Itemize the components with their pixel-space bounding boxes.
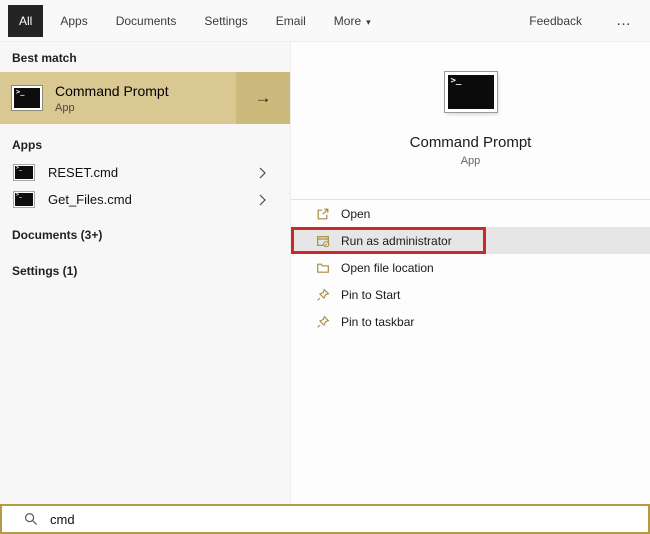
documents-section-header[interactable]: Documents (3+) <box>0 219 290 249</box>
search-icon <box>24 512 38 526</box>
tab-email[interactable]: Email <box>265 5 317 37</box>
more-options-icon[interactable]: … <box>612 12 636 29</box>
preview-title: Command Prompt <box>409 134 532 151</box>
best-match-header: Best match <box>12 51 77 65</box>
best-match-result[interactable]: Command Prompt App → <box>0 72 290 124</box>
tab-more-label: More <box>333 13 362 28</box>
feedback-link[interactable]: Feedback <box>529 14 582 28</box>
chevron-down-icon: ▾ <box>366 16 371 27</box>
app-result-reset-cmd[interactable]: RESET.cmd <box>0 159 290 186</box>
search-filter-bar: All Apps Documents Settings Email More ▾ … <box>0 0 650 42</box>
tab-all[interactable]: All <box>8 4 44 37</box>
run-as-administrator-icon <box>317 235 330 247</box>
tab-settings[interactable]: Settings <box>193 5 258 37</box>
command-prompt-icon <box>12 86 42 110</box>
pin-icon <box>317 288 330 301</box>
search-input[interactable] <box>50 511 450 527</box>
best-match-subtitle: App <box>55 101 75 114</box>
windows-search-panel: All Apps Documents Settings Email More ▾ … <box>0 0 650 534</box>
action-open-file-location[interactable]: Open file location <box>291 254 650 281</box>
preview-hero: Command Prompt App <box>291 42 650 199</box>
preview-panel: Command Prompt App Open <box>290 42 650 504</box>
search-results-area: Best match Command Prompt App → Apps RES… <box>0 42 650 504</box>
search-bar <box>0 504 650 534</box>
chevron-right-icon <box>259 194 266 205</box>
command-prompt-large-icon <box>444 72 497 112</box>
app-result-label: RESET.cmd <box>48 165 119 180</box>
app-result-get-files-cmd[interactable]: Get_Files.cmd <box>0 186 290 213</box>
pin-icon <box>317 315 330 328</box>
cmd-file-icon <box>14 192 34 207</box>
action-pin-to-taskbar[interactable]: Pin to taskbar <box>291 308 650 335</box>
settings-section-header[interactable]: Settings (1) <box>0 255 290 285</box>
action-label: Open <box>341 206 371 221</box>
tab-more[interactable]: More ▾ <box>323 5 382 37</box>
action-label: Open file location <box>341 260 434 275</box>
preview-subtitle: App <box>460 155 481 167</box>
tab-documents[interactable]: Documents <box>105 5 188 37</box>
chevron-right-icon <box>259 167 266 178</box>
cmd-file-icon <box>14 165 34 180</box>
best-match-text: Command Prompt App <box>55 83 169 114</box>
action-run-as-administrator[interactable]: Run as administrator <box>291 227 650 254</box>
expand-preview-button[interactable]: → <box>236 72 290 124</box>
best-match-body[interactable]: Command Prompt App <box>0 72 236 124</box>
app-result-label: Get_Files.cmd <box>48 192 132 207</box>
right-arrow-icon: → <box>254 88 272 107</box>
results-panel: Best match Command Prompt App → Apps RES… <box>0 42 290 504</box>
action-label: Pin to Start <box>341 287 401 302</box>
apps-section-header: Apps <box>12 138 42 152</box>
best-match-title: Command Prompt <box>55 82 169 99</box>
file-location-icon <box>317 263 329 273</box>
action-label: Pin to taskbar <box>341 314 415 329</box>
action-pin-to-start[interactable]: Pin to Start <box>291 281 650 308</box>
action-label: Run as administrator <box>341 233 452 248</box>
action-open[interactable]: Open <box>291 200 650 227</box>
tab-apps[interactable]: Apps <box>49 5 98 37</box>
open-icon <box>317 208 329 219</box>
